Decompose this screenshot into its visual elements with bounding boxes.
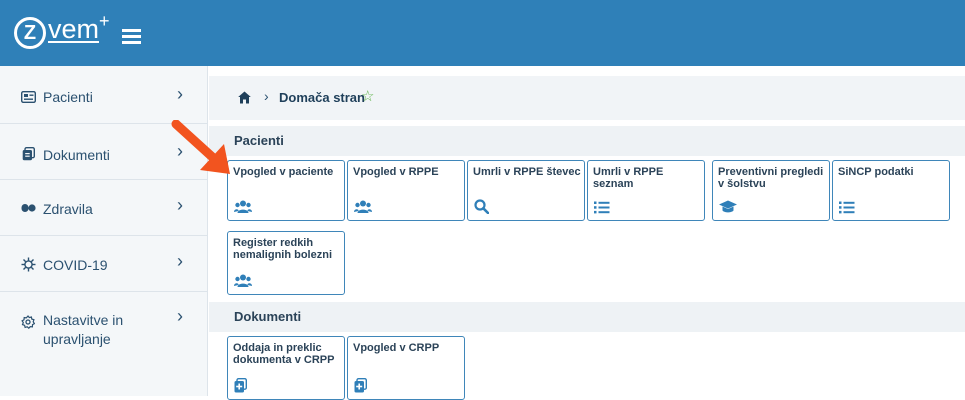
section-title-dokumenti: Dokumenti xyxy=(209,302,965,332)
sidebar-item-label: Pacienti xyxy=(43,89,93,105)
document-icon xyxy=(20,146,36,162)
star-icon[interactable]: ☆ xyxy=(361,87,374,105)
tile-vpogled-v-crpp[interactable]: Vpogled v CRPP xyxy=(347,336,465,400)
id-card-icon xyxy=(20,89,36,105)
chevron-right-icon: › xyxy=(177,306,183,326)
tile-title: Oddaja in preklic dokumenta v CRPP xyxy=(233,342,335,366)
chevron-right-icon: › xyxy=(177,84,183,104)
sidebar-item-label: Dokumenti xyxy=(43,147,110,163)
document-plus-icon xyxy=(354,378,367,393)
annotation-arrow-icon xyxy=(171,120,230,174)
tile-umrli-v-rppe-seznam[interactable]: Umrli v RPPE seznam xyxy=(587,160,705,221)
zvem-logo[interactable]: Z vem + xyxy=(14,10,110,54)
sidebar-item-label: Zdravila xyxy=(43,201,93,217)
sidebar-item-covid[interactable]: COVID-19 › xyxy=(0,236,208,292)
chevron-right-icon: › xyxy=(177,195,183,215)
tile-vpogled-v-paciente[interactable]: Vpogled v paciente xyxy=(227,160,345,221)
tile-title: SiNCP podatki xyxy=(838,166,914,178)
pills-icon xyxy=(20,200,36,216)
tile-umrli-v-rppe-stevec[interactable]: Umrli v RPPE števec xyxy=(467,160,585,221)
users-icon xyxy=(354,200,372,213)
breadcrumb: › Domača stran ☆ xyxy=(209,76,965,120)
tile-vpogled-v-rppe[interactable]: Vpogled v RPPE xyxy=(347,160,465,221)
logo-text: vem xyxy=(48,14,100,44)
breadcrumb-current: Domača stran xyxy=(279,90,365,105)
sidebar-item-zdravila[interactable]: Zdravila › xyxy=(0,180,208,236)
tile-oddaja-in-preklic[interactable]: Oddaja in preklic dokumenta v CRPP xyxy=(227,336,345,400)
home-icon[interactable] xyxy=(238,91,251,104)
users-icon xyxy=(234,200,252,213)
chevron-right-icon: › xyxy=(177,251,183,271)
sidebar-item-label-line2: upravljanje xyxy=(43,331,111,347)
tile-title: Preventivni pregledi v šolstvu xyxy=(718,166,824,190)
list-icon xyxy=(594,201,610,214)
tile-title: Register redkih nemalignih bolezni xyxy=(233,237,333,261)
gear-icon xyxy=(20,314,36,330)
tile-title: Umrli v RPPE števec xyxy=(473,166,581,178)
main-content: › Domača stran ☆ Pacienti Vpogled v paci… xyxy=(209,66,965,400)
logo-z-mark: Z xyxy=(14,17,46,49)
top-bar: Z vem + xyxy=(0,0,965,66)
sidebar-item-nastavitve[interactable]: Nastavitve in upravljanje › xyxy=(0,292,208,362)
tile-title: Umrli v RPPE seznam xyxy=(593,166,664,190)
chevron-right-icon: › xyxy=(264,88,269,104)
sidebar: Pacienti › Dokumenti › Zdravila › COVID-… xyxy=(0,66,208,396)
virus-icon xyxy=(20,256,36,272)
search-icon xyxy=(474,199,489,214)
sidebar-item-pacienti[interactable]: Pacienti › xyxy=(0,66,208,124)
tile-title: Vpogled v CRPP xyxy=(353,342,440,354)
logo-plus: + xyxy=(99,10,110,31)
list-icon xyxy=(839,201,855,214)
menu-toggle-icon[interactable] xyxy=(122,29,141,44)
users-icon xyxy=(234,274,252,287)
tile-preventivni-pregledi[interactable]: Preventivni pregledi v šolstvu xyxy=(712,160,830,221)
graduation-cap-icon xyxy=(719,200,737,213)
document-plus-icon xyxy=(234,378,247,393)
sidebar-item-label: Nastavitve in xyxy=(43,312,124,328)
tile-title: Vpogled v paciente xyxy=(233,166,334,178)
tile-sincp-podatki[interactable]: SiNCP podatki xyxy=(832,160,950,221)
sidebar-item-label: COVID-19 xyxy=(43,257,108,273)
section-title-pacienti: Pacienti xyxy=(209,126,965,156)
tile-title: Vpogled v RPPE xyxy=(353,166,439,178)
tile-register-redkih-bolezni[interactable]: Register redkih nemalignih bolezni xyxy=(227,231,345,295)
